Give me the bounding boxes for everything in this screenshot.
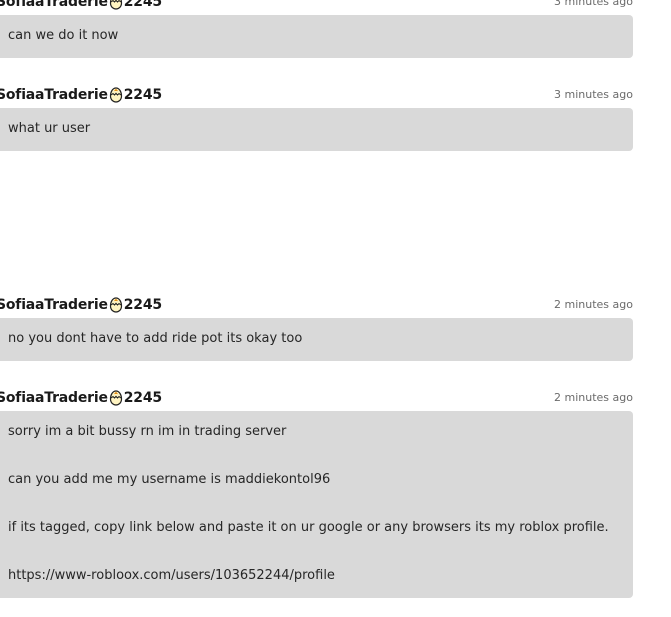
chat-message: SofiaaTraderie 2245 2 minutes ago sorry … [0, 390, 633, 598]
message-timestamp: 3 minutes ago [554, 88, 633, 101]
message-timestamp: 2 minutes ago [554, 391, 633, 404]
egg-chick-icon [109, 0, 123, 10]
author-name: SofiaaTraderie [0, 87, 108, 103]
message-header: SofiaaTraderie 2245 3 minutes ago [0, 87, 633, 105]
message-timestamp: 2 minutes ago [554, 298, 633, 311]
message-line: can you add me my username is maddiekont… [8, 472, 331, 487]
message-bubble: no you dont have to add ride pot its oka… [0, 318, 633, 361]
chat-message: SofiaaTraderie 2245 3 minutes ago what u… [0, 87, 633, 151]
egg-chick-icon [109, 87, 123, 103]
author-tag: 2245 [123, 297, 162, 313]
author-name: SofiaaTraderie [0, 390, 108, 406]
message-header: SofiaaTraderie 2245 3 minutes ago [0, 0, 633, 12]
chat-message: SofiaaTraderie 2245 2 minutes ago no you… [0, 297, 633, 361]
egg-chick-icon [109, 390, 123, 406]
author-name: SofiaaTraderie [0, 0, 108, 10]
message-line: can we do it now [8, 28, 119, 43]
chat-message: SofiaaTraderie 2245 3 minutes ago can we… [0, 0, 633, 58]
message-line: if its tagged, copy link below and paste… [8, 520, 609, 535]
author[interactable]: SofiaaTraderie 2245 [0, 390, 162, 406]
author-tag: 2245 [123, 390, 162, 406]
message-line: what ur user [8, 121, 91, 136]
message-header: SofiaaTraderie 2245 2 minutes ago [0, 390, 633, 408]
message-bubble: sorry im a bit bussy rn im in trading se… [0, 411, 633, 598]
message-line: sorry im a bit bussy rn im in trading se… [8, 424, 287, 439]
message-timestamp: 3 minutes ago [554, 0, 633, 8]
message-header: SofiaaTraderie 2245 2 minutes ago [0, 297, 633, 315]
message-bubble: can we do it now [0, 15, 633, 58]
author-tag: 2245 [123, 0, 162, 10]
author-name: SofiaaTraderie [0, 297, 108, 313]
author[interactable]: SofiaaTraderie 2245 [0, 297, 162, 313]
author-tag: 2245 [123, 87, 162, 103]
message-line: no you dont have to add ride pot its oka… [8, 331, 303, 346]
message-bubble: what ur user [0, 108, 633, 151]
egg-chick-icon [109, 297, 123, 313]
author[interactable]: SofiaaTraderie 2245 [0, 0, 162, 10]
author[interactable]: SofiaaTraderie 2245 [0, 87, 162, 103]
chat-thread: SofiaaTraderie 2245 3 minutes ago can we… [0, 0, 671, 617]
message-link[interactable]: https://www-robloox.com/users/103652244/… [8, 567, 621, 585]
